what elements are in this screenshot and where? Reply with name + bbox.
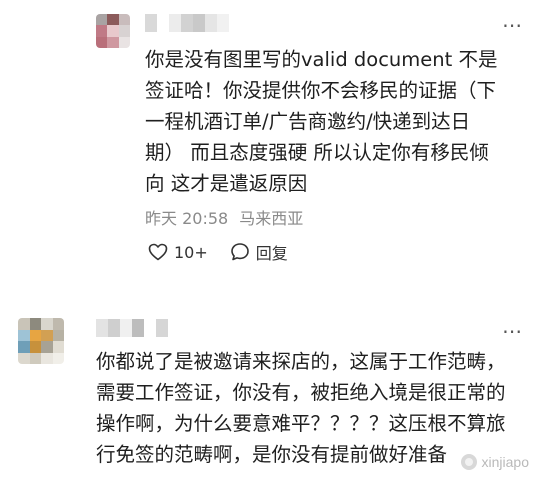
username-pixelated [145, 14, 229, 32]
comment-text-line: 签证哈！你没提供你不会移民的证据（下 [145, 79, 497, 102]
avatar[interactable] [18, 318, 64, 364]
reply-button[interactable]: 回复 [230, 240, 288, 264]
heart-icon [148, 243, 168, 261]
comment-text-line: 一程机酒订单/广告商邀约/快递到达日 [145, 110, 471, 133]
comment-text-line: 你是没有图里写的valid document 不是 [145, 48, 498, 71]
username-pixelated [96, 319, 168, 337]
comment-text: 你是没有图里写的valid document 不是 签证哈！你没提供你不会移民的… [145, 44, 498, 199]
comment-location: 马来西亚 [239, 209, 304, 228]
more-dots-icon: ⋯ [502, 13, 523, 37]
comment-text-line: 你都说了是被邀请来探店的，这属于工作范畴， [96, 350, 506, 373]
more-options-button[interactable]: ⋯ [502, 15, 523, 35]
like-count: 10+ [174, 242, 208, 262]
comment-bubble-icon [230, 243, 249, 261]
like-button[interactable]: 10+ [148, 243, 208, 262]
comment-text: 你都说了是被邀请来探店的，这属于工作范畴， 需要工作签证，你没有，被拒绝入境是很… [96, 346, 506, 470]
more-options-button[interactable]: ⋯ [502, 321, 523, 341]
comment-text-line: 向 这才是遣返原因 [145, 172, 308, 195]
avatar[interactable] [96, 14, 130, 48]
comment-text-line: 期） 而且态度强硬 所以认定你有移民倾 [145, 141, 489, 164]
comment-text-line: 行免签的范畴啊，是你没有提前做好准备 [96, 443, 448, 466]
comment-text-line: 操作啊，为什么要意难平？？？？这压根不算旅 [96, 412, 506, 435]
comment-text-line: 需要工作签证，你没有，被拒绝入境是很正常的 [96, 381, 506, 404]
comment-time: 昨天 20:58 [145, 209, 229, 228]
watermark: xinjiapo [460, 454, 529, 470]
watermark-text: xinjiapo [481, 454, 529, 470]
comment-item: ⋯ 你是没有图里写的valid document 不是 签证哈！你没提供你不会移… [0, 0, 543, 280]
comment-meta: 昨天 20:58 马来西亚 [145, 205, 303, 229]
watermark-logo-icon [460, 454, 477, 470]
more-dots-icon: ⋯ [502, 319, 523, 343]
comment-actions: 10+ 回复 [148, 240, 288, 264]
reply-label: 回复 [255, 244, 288, 263]
comment-item: ⋯ 你都说了是被邀请来探店的，这属于工作范畴， 需要工作签证，你没有，被拒绝入境… [0, 298, 543, 478]
